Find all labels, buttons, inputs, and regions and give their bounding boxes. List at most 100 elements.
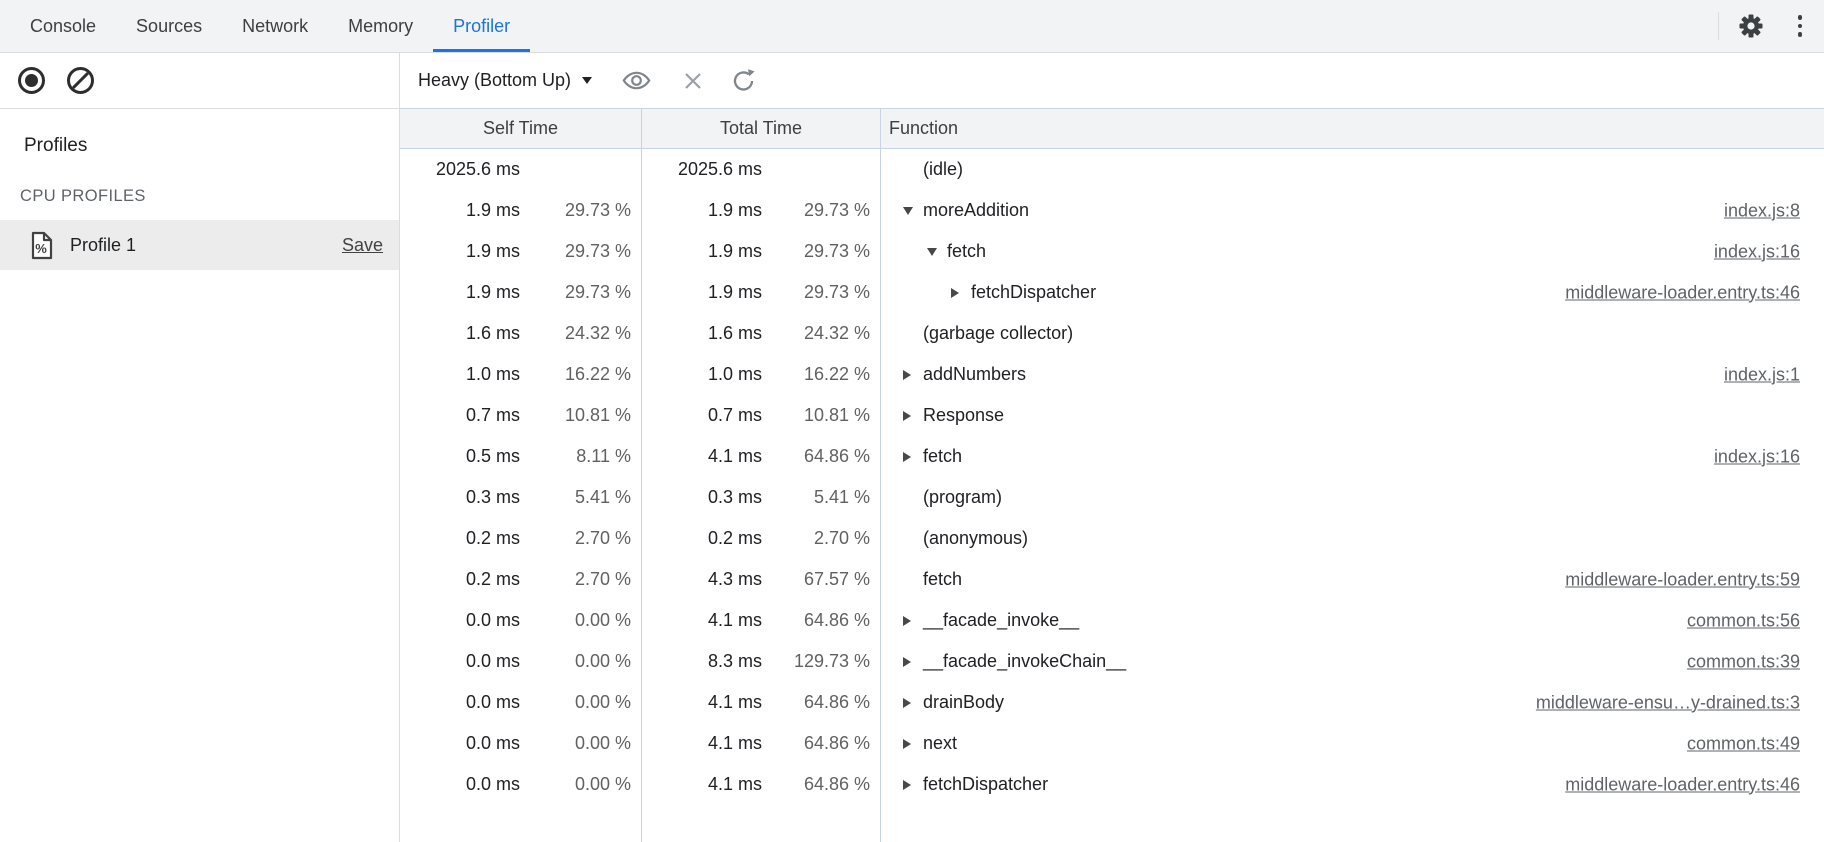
self-time-pct: 29.73 % <box>520 200 641 221</box>
view-mode-dropdown[interactable]: Heavy (Bottom Up) <box>418 70 592 91</box>
save-profile-link[interactable]: Save <box>342 235 383 256</box>
total-time-pct: 29.73 % <box>762 282 880 303</box>
profile-view: Heavy (Bottom Up) <box>400 53 1824 842</box>
total-time-pct: 129.73 % <box>762 651 880 672</box>
expand-arrow-icon[interactable] <box>903 657 923 667</box>
total-time-pct: 16.22 % <box>762 364 880 385</box>
total-time-ms: 4.1 ms <box>642 692 762 713</box>
expand-arrow-icon[interactable] <box>903 698 923 708</box>
source-link[interactable]: index.js:16 <box>1714 446 1800 467</box>
more-menu-icon[interactable] <box>1798 15 1803 37</box>
source-link[interactable]: middleware-loader.entry.ts:46 <box>1565 282 1800 303</box>
expand-arrow-icon[interactable] <box>903 370 923 380</box>
expand-arrow-icon[interactable] <box>903 411 923 421</box>
profile-table-row[interactable]: 0.3 ms 5.41 % 0.3 ms 5.41 % (program) <box>400 477 1824 518</box>
focus-visibility-icon[interactable] <box>622 70 651 91</box>
total-time-pct: 64.86 % <box>762 446 880 467</box>
source-link[interactable]: common.ts:39 <box>1687 651 1800 672</box>
function-name: fetchDispatcher <box>923 774 1048 795</box>
expand-arrow-icon[interactable] <box>903 739 923 749</box>
self-time-ms: 1.0 ms <box>400 364 520 385</box>
close-icon[interactable] <box>682 70 704 92</box>
profile-table-row[interactable]: 0.0 ms 0.00 % 8.3 ms 129.73 % __facade_i… <box>400 641 1824 682</box>
profile-table-row[interactable]: 1.0 ms 16.22 % 1.0 ms 16.22 % addNumbers… <box>400 354 1824 395</box>
panel-content: Profiles CPU PROFILES % Profile 1 Save H… <box>0 53 1824 842</box>
tab-profiler[interactable]: Profiler <box>433 0 530 52</box>
svg-text:%: % <box>35 241 47 256</box>
grid-header: Self Time Total Time Function <box>400 109 1824 149</box>
total-time-pct: 10.81 % <box>762 405 880 426</box>
profile-table-row[interactable]: 1.9 ms 29.73 % 1.9 ms 29.73 % moreAdditi… <box>400 190 1824 231</box>
source-link[interactable]: middleware-loader.entry.ts:59 <box>1565 569 1800 590</box>
source-link[interactable]: index.js:16 <box>1714 241 1800 262</box>
column-header-self-time[interactable]: Self Time <box>400 109 642 148</box>
total-time-cell: 1.6 ms 24.32 % <box>642 313 881 354</box>
self-time-pct: 0.00 % <box>520 651 641 672</box>
function-name: (idle) <box>923 159 963 180</box>
profile-table-row[interactable]: 0.2 ms 2.70 % 0.2 ms 2.70 % (anonymous) <box>400 518 1824 559</box>
total-time-ms: 1.9 ms <box>642 282 762 303</box>
total-time-cell: 4.1 ms 64.86 % <box>642 764 881 805</box>
profile-table-row[interactable]: 0.0 ms 0.00 % 4.1 ms 64.86 % __facade_in… <box>400 600 1824 641</box>
source-link[interactable]: common.ts:56 <box>1687 610 1800 631</box>
expand-arrow-icon[interactable] <box>903 616 923 626</box>
expand-arrow-icon[interactable] <box>903 452 923 462</box>
expand-arrow-icon[interactable] <box>927 248 947 256</box>
total-time-ms: 4.3 ms <box>642 569 762 590</box>
function-cell: fetch index.js:16 <box>881 436 1824 477</box>
column-header-total-time[interactable]: Total Time <box>642 109 881 148</box>
tab-sources[interactable]: Sources <box>116 0 222 52</box>
profile-table-row[interactable]: 0.5 ms 8.11 % 4.1 ms 64.86 % fetch index… <box>400 436 1824 477</box>
total-time-ms: 4.1 ms <box>642 733 762 754</box>
settings-gear-icon[interactable] <box>1738 13 1764 39</box>
self-time-ms: 0.2 ms <box>400 528 520 549</box>
self-time-cell: 0.7 ms 10.81 % <box>400 395 642 436</box>
function-cell: moreAddition index.js:8 <box>881 190 1824 231</box>
profile-table-row[interactable]: 0.0 ms 0.00 % 4.1 ms 64.86 % next common… <box>400 723 1824 764</box>
total-time-ms: 1.6 ms <box>642 323 762 344</box>
expand-arrow-icon[interactable] <box>903 780 923 790</box>
profile-table-row[interactable]: 1.6 ms 24.32 % 1.6 ms 24.32 % (garbage c… <box>400 313 1824 354</box>
tab-network[interactable]: Network <box>222 0 328 52</box>
profile-table-row[interactable]: 1.9 ms 29.73 % 1.9 ms 29.73 % fetch inde… <box>400 231 1824 272</box>
function-name: __facade_invoke__ <box>923 610 1079 631</box>
total-time-pct: 67.57 % <box>762 569 880 590</box>
total-time-cell: 2025.6 ms <box>642 149 881 190</box>
record-icon[interactable] <box>18 67 45 94</box>
source-link[interactable]: index.js:1 <box>1724 364 1800 385</box>
self-time-pct: 0.00 % <box>520 610 641 631</box>
self-time-pct: 10.81 % <box>520 405 641 426</box>
profiles-sidebar: Profiles CPU PROFILES % Profile 1 Save <box>0 53 400 842</box>
total-time-ms: 0.7 ms <box>642 405 762 426</box>
profile-table-row[interactable]: 1.9 ms 29.73 % 1.9 ms 29.73 % fetchDispa… <box>400 272 1824 313</box>
function-name: fetch <box>947 241 986 262</box>
profile-table-row[interactable]: 0.0 ms 0.00 % 4.1 ms 64.86 % fetchDispat… <box>400 764 1824 805</box>
profile-table-row[interactable]: 0.0 ms 0.00 % 4.1 ms 64.86 % drainBody m… <box>400 682 1824 723</box>
tab-memory[interactable]: Memory <box>328 0 433 52</box>
grid-empty-area <box>400 805 1824 842</box>
total-time-pct: 29.73 % <box>762 200 880 221</box>
expand-arrow-icon[interactable] <box>951 288 971 298</box>
tab-console[interactable]: Console <box>10 0 116 52</box>
clear-icon[interactable] <box>67 67 94 94</box>
function-cell: fetch index.js:16 <box>881 231 1824 272</box>
self-time-cell: 1.9 ms 29.73 % <box>400 272 642 313</box>
source-link[interactable]: middleware-loader.entry.ts:46 <box>1565 774 1800 795</box>
source-link[interactable]: index.js:8 <box>1724 200 1800 221</box>
profile-table-row[interactable]: 0.7 ms 10.81 % 0.7 ms 10.81 % Response <box>400 395 1824 436</box>
self-time-cell: 0.0 ms 0.00 % <box>400 600 642 641</box>
source-link[interactable]: middleware-ensu…y-drained.ts:3 <box>1536 692 1800 713</box>
sidebar-item-profile-1[interactable]: % Profile 1 Save <box>0 220 399 270</box>
source-link[interactable]: common.ts:49 <box>1687 733 1800 754</box>
self-time-ms: 0.0 ms <box>400 733 520 754</box>
total-time-ms: 1.9 ms <box>642 200 762 221</box>
refresh-icon[interactable] <box>731 68 756 93</box>
column-header-function[interactable]: Function <box>881 109 1824 148</box>
function-cell: (program) <box>881 477 1824 518</box>
self-time-ms: 0.7 ms <box>400 405 520 426</box>
profile-table-row[interactable]: 0.2 ms 2.70 % 4.3 ms 67.57 % fetch middl… <box>400 559 1824 600</box>
profile-table-row[interactable]: 2025.6 ms 2025.6 ms (idle) <box>400 149 1824 190</box>
expand-arrow-icon[interactable] <box>903 207 923 215</box>
self-time-cell: 2025.6 ms <box>400 149 642 190</box>
function-name: fetch <box>923 569 962 590</box>
